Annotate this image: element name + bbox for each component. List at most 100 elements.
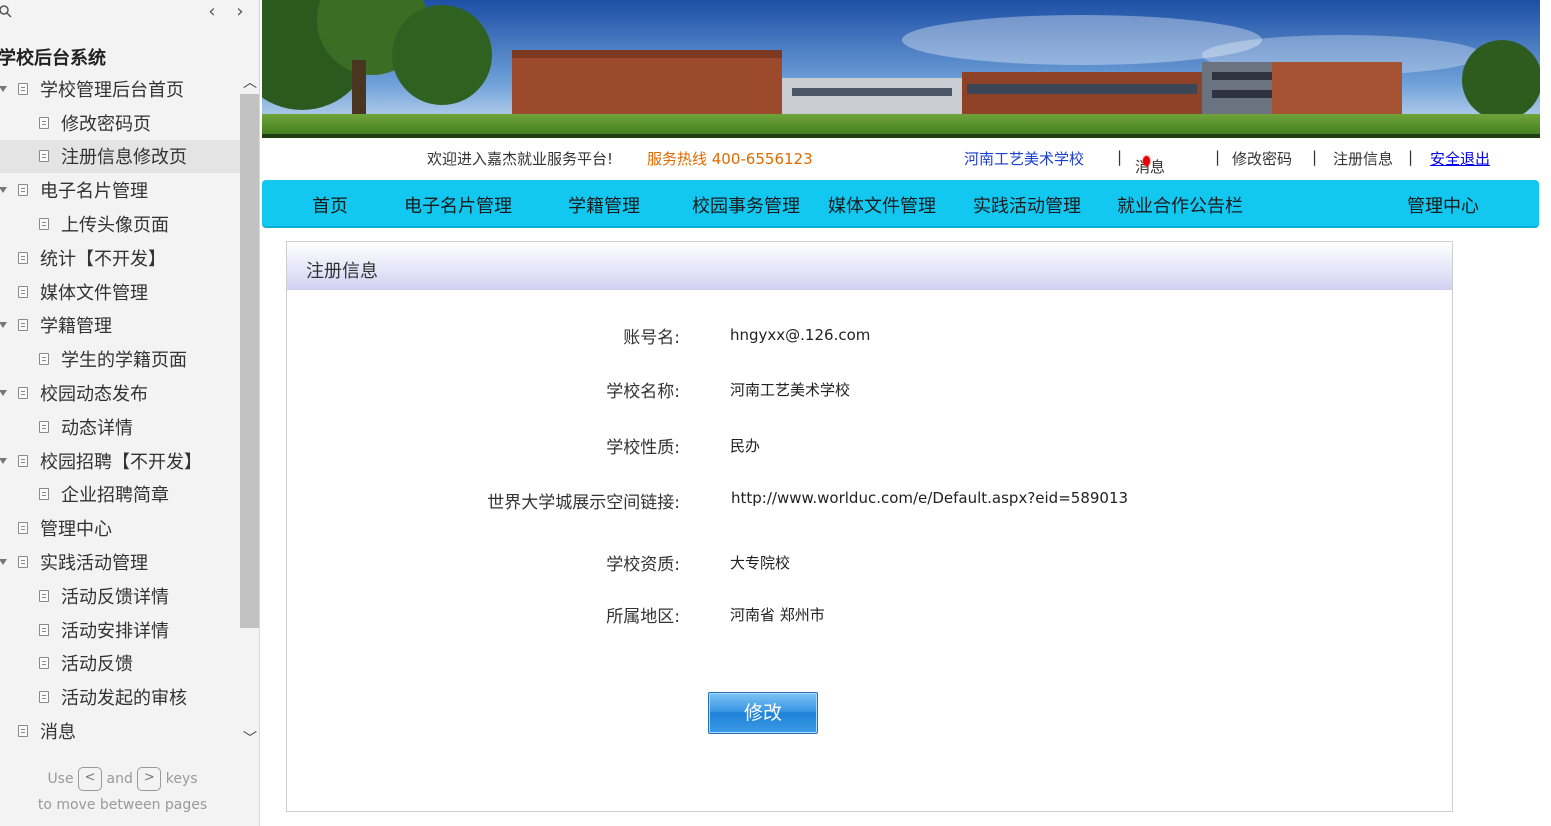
page-icon: [18, 725, 28, 738]
tree-item-media[interactable]: 媒体文件管理: [0, 275, 240, 309]
page-icon: [18, 556, 28, 569]
qualification-value: 大专院校: [730, 554, 791, 572]
space-link-value: http://www.worlduc.com/e/Default.aspx?ei…: [731, 489, 1129, 507]
nav-admin-center[interactable]: 管理中心: [1407, 192, 1479, 218]
tree-item-label: 活动反馈详情: [61, 586, 169, 608]
tree-item-student-status[interactable]: 学籍管理: [0, 309, 240, 343]
separator: |: [1215, 148, 1221, 166]
qualification-label: 学校资质:: [606, 555, 680, 575]
tree-item-messages[interactable]: 消息: [0, 714, 240, 748]
tree-item-label: 活动反馈: [61, 654, 133, 676]
separator: |: [1408, 148, 1414, 166]
caret-down-icon[interactable]: [0, 84, 8, 94]
caret-down-icon[interactable]: [0, 185, 8, 195]
tree-item-admin-center[interactable]: 管理中心: [0, 511, 240, 545]
page-icon: [39, 691, 49, 704]
tree-item-activity-review[interactable]: 活动发起的审核: [0, 680, 240, 714]
tree-item-change-password[interactable]: 修改密码页: [0, 106, 240, 140]
nav-home[interactable]: 首页: [312, 192, 348, 218]
nav-cooperation[interactable]: 就业合作公告栏: [1117, 192, 1243, 218]
key-right-icon: >: [137, 767, 162, 791]
tree-item-student-status-page[interactable]: 学生的学籍页面: [0, 342, 240, 376]
logout-link[interactable]: 安全退出: [1430, 148, 1490, 169]
region-label: 所属地区:: [606, 607, 680, 627]
change-password-link[interactable]: 修改密码: [1232, 148, 1292, 169]
page-icon: [39, 150, 49, 163]
page-tree: 学校管理后台首页 修改密码页 注册信息修改页 电子名片管理 上传头像页面 统计【…: [0, 72, 240, 748]
notification-dot-icon: [1143, 156, 1150, 166]
page-icon: [18, 251, 28, 264]
next-page-icon[interactable]: ›: [230, 2, 250, 22]
tree-item-label: 消息: [40, 722, 76, 744]
caret-down-icon[interactable]: [0, 320, 8, 330]
separator: |: [1312, 148, 1318, 166]
tree-item-label: 修改密码页: [61, 113, 151, 135]
tree-item-label: 学生的学籍页面: [61, 350, 187, 372]
tree-item-statistics[interactable]: 统计【不开发】: [0, 241, 240, 275]
page-icon: [18, 522, 28, 535]
tree-item-practice[interactable]: 实践活动管理: [0, 545, 240, 579]
page-icon: [39, 218, 49, 231]
nav-ecard[interactable]: 电子名片管理: [404, 192, 512, 218]
register-info-panel: 注册信息 账号名: hngyxx@.126.com 学校名称: 河南工艺美术学校…: [286, 241, 1453, 812]
previous-page-icon[interactable]: ‹: [202, 2, 222, 22]
tree-item-label: 电子名片管理: [40, 181, 148, 203]
page-icon: [39, 420, 49, 433]
tree-item-feedback[interactable]: 活动反馈: [0, 647, 240, 681]
separator: |: [1117, 148, 1123, 166]
messages-label: 消息: [1135, 158, 1166, 176]
page-icon: [18, 285, 28, 298]
tree-item-ecard[interactable]: 电子名片管理: [0, 173, 240, 207]
tree-item-label: 校园动态发布: [40, 384, 148, 406]
page-icon: [39, 488, 49, 501]
caret-down-icon[interactable]: [0, 388, 8, 398]
tree-item-feedback-detail[interactable]: 活动反馈详情: [0, 579, 240, 613]
keyboard-hint: Use < and > keys to move between pages: [0, 766, 245, 818]
caret-down-icon[interactable]: [0, 456, 8, 466]
school-type-value: 民办: [730, 437, 761, 455]
tree-item-campus-news[interactable]: 校园动态发布: [0, 376, 240, 410]
tree-item-schedule-detail[interactable]: 活动安排详情: [0, 613, 240, 647]
nav-practice[interactable]: 实践活动管理: [973, 192, 1081, 218]
key-left-icon: <: [78, 767, 103, 791]
sidebar-scrollbar[interactable]: ︿ ﹀: [240, 72, 259, 752]
scroll-up-icon[interactable]: ︿: [240, 74, 259, 92]
user-bar: 欢迎进入嘉杰就业服务平台! 服务热线 400-6556123 河南工艺美术学校 …: [262, 140, 1540, 176]
caret-down-icon[interactable]: [0, 557, 8, 567]
main-nav: 首页 电子名片管理 学籍管理 校园事务管理 媒体文件管理 实践活动管理 就业合作…: [262, 180, 1539, 228]
service-hotline: 服务热线 400-6556123: [647, 150, 813, 168]
welcome-text: 欢迎进入嘉杰就业服务平台!: [427, 150, 614, 168]
nav-media[interactable]: 媒体文件管理: [828, 192, 936, 218]
campus-banner-image: [262, 0, 1540, 138]
tree-item-register-edit[interactable]: 注册信息修改页: [0, 139, 240, 174]
tree-item-news-detail[interactable]: 动态详情: [0, 410, 240, 444]
tree-item-label: 注册信息修改页: [61, 147, 187, 169]
page-icon: [18, 319, 28, 332]
edit-button[interactable]: 修改: [708, 692, 818, 734]
page-icon: [18, 387, 28, 400]
nav-campus-affairs[interactable]: 校园事务管理: [692, 192, 800, 218]
hint-text: keys: [165, 771, 198, 787]
tree-item-label: 实践活动管理: [40, 553, 148, 575]
school-name-value: 河南工艺美术学校: [730, 381, 851, 399]
sidebar-title: 学校后台系统: [0, 48, 106, 69]
nav-student-status[interactable]: 学籍管理: [568, 192, 640, 218]
tree-item-label: 学籍管理: [40, 316, 112, 338]
scroll-down-icon[interactable]: ﹀: [240, 730, 259, 748]
tree-item-recruit-brochure[interactable]: 企业招聘简章: [0, 478, 240, 512]
tree-item-upload-avatar[interactable]: 上传头像页面: [0, 207, 240, 241]
scrollbar-thumb[interactable]: [240, 94, 259, 628]
search-icon[interactable]: [0, 4, 12, 18]
school-name-link[interactable]: 河南工艺美术学校: [964, 148, 1084, 169]
school-name-label: 学校名称:: [606, 382, 680, 402]
tree-item-label: 企业招聘简章: [61, 485, 169, 507]
tree-item-school-home[interactable]: 学校管理后台首页: [0, 72, 240, 106]
tree-item-label: 管理中心: [40, 519, 112, 541]
tree-item-campus-recruit[interactable]: 校园招聘【不开发】: [0, 444, 240, 478]
page-icon: [39, 657, 49, 670]
register-info-link[interactable]: 注册信息: [1333, 148, 1393, 169]
region-value: 河南省 郑州市: [730, 606, 825, 624]
tree-item-label: 校园招聘【不开发】: [40, 451, 202, 473]
account-value: hngyxx@.126.com: [730, 326, 871, 344]
page-icon: [39, 116, 49, 129]
